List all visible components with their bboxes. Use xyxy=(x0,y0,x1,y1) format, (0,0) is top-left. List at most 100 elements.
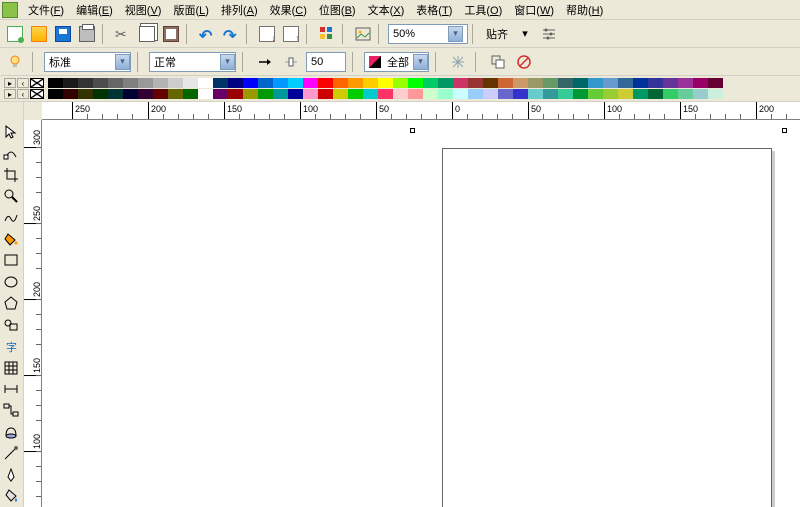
color-swatch[interactable] xyxy=(543,78,558,88)
color-swatch[interactable] xyxy=(318,78,333,88)
cut-button[interactable] xyxy=(112,23,134,45)
color-swatch[interactable] xyxy=(273,78,288,88)
copy-button[interactable] xyxy=(136,23,158,45)
snap-dropdown[interactable]: ▾ xyxy=(514,23,536,45)
color-swatch[interactable] xyxy=(63,89,78,99)
color-swatch[interactable] xyxy=(303,78,318,88)
color-swatch[interactable] xyxy=(288,78,303,88)
import-button[interactable] xyxy=(256,23,278,45)
smart-fill-tool[interactable] xyxy=(1,229,21,248)
menu-file[interactable]: 文件(F) xyxy=(22,0,70,20)
outline-tool[interactable] xyxy=(1,465,21,484)
no-color-swatch[interactable] xyxy=(30,89,44,99)
color-swatch[interactable] xyxy=(648,89,663,99)
color-swatch[interactable] xyxy=(108,89,123,99)
color-swatch[interactable] xyxy=(48,89,63,99)
color-swatch[interactable] xyxy=(78,78,93,88)
color-swatch[interactable] xyxy=(483,89,498,99)
app-launcher-button[interactable] xyxy=(316,23,338,45)
color-swatch[interactable] xyxy=(573,89,588,99)
crop-tool[interactable] xyxy=(1,165,21,184)
color-swatch[interactable] xyxy=(603,78,618,88)
color-swatch[interactable] xyxy=(528,78,543,88)
color-swatch[interactable] xyxy=(603,89,618,99)
menu-bitmap[interactable]: 位图(B) xyxy=(313,0,362,20)
redo-button[interactable] xyxy=(220,23,242,45)
color-swatch[interactable] xyxy=(243,89,258,99)
dimension-tool[interactable] xyxy=(1,379,21,398)
mode-select[interactable]: 正常 xyxy=(149,52,236,72)
text-tool[interactable]: 字 xyxy=(1,336,21,355)
color-swatch[interactable] xyxy=(288,89,303,99)
color-swatch[interactable] xyxy=(153,78,168,88)
color-swatch[interactable] xyxy=(588,78,603,88)
opacity-input[interactable]: 50 xyxy=(306,52,346,72)
color-swatch[interactable] xyxy=(588,89,603,99)
color-swatch[interactable] xyxy=(468,78,483,88)
color-swatch[interactable] xyxy=(453,78,468,88)
color-swatch[interactable] xyxy=(333,89,348,99)
palette-play-icon[interactable]: ▸ xyxy=(4,78,16,88)
polygon-tool[interactable] xyxy=(1,294,21,313)
color-swatch[interactable] xyxy=(78,89,93,99)
color-swatch[interactable] xyxy=(168,78,183,88)
color-swatch[interactable] xyxy=(393,89,408,99)
open-button[interactable] xyxy=(28,23,50,45)
color-swatch[interactable] xyxy=(393,78,408,88)
vertical-ruler[interactable]: 300250200150100 xyxy=(24,120,42,507)
color-swatch[interactable] xyxy=(363,78,378,88)
color-swatch[interactable] xyxy=(483,78,498,88)
style-select[interactable]: 标准 xyxy=(44,52,131,72)
color-swatch[interactable] xyxy=(663,78,678,88)
basic-shapes-tool[interactable] xyxy=(1,315,21,334)
eyedropper-tool[interactable] xyxy=(1,444,21,463)
page[interactable] xyxy=(442,148,772,507)
guide-marker[interactable] xyxy=(410,128,415,133)
color-swatch[interactable] xyxy=(633,89,648,99)
fill-tool[interactable] xyxy=(1,486,21,505)
color-swatch[interactable] xyxy=(138,89,153,99)
color-swatch[interactable] xyxy=(678,89,693,99)
menu-edit[interactable]: 编辑(E) xyxy=(70,0,119,20)
menu-window[interactable]: 窗口(W) xyxy=(508,0,560,20)
color-swatch[interactable] xyxy=(708,78,723,88)
color-swatch[interactable] xyxy=(543,89,558,99)
pick-tool[interactable] xyxy=(1,122,21,141)
menu-table[interactable]: 表格(T) xyxy=(410,0,458,20)
color-swatch[interactable] xyxy=(273,89,288,99)
ellipse-tool[interactable] xyxy=(1,272,21,291)
color-swatch[interactable] xyxy=(93,89,108,99)
color-swatch[interactable] xyxy=(93,78,108,88)
color-swatch[interactable] xyxy=(408,78,423,88)
interactive-tool[interactable] xyxy=(1,422,21,441)
color-swatch[interactable] xyxy=(213,78,228,88)
menu-help[interactable]: 帮助(H) xyxy=(560,0,609,20)
color-swatch[interactable] xyxy=(108,78,123,88)
connector-tool[interactable] xyxy=(1,401,21,420)
color-swatch[interactable] xyxy=(438,78,453,88)
palette-play-icon[interactable]: ▸ xyxy=(4,89,16,99)
color-swatch[interactable] xyxy=(453,89,468,99)
new-button[interactable] xyxy=(4,23,26,45)
color-swatch[interactable] xyxy=(318,89,333,99)
canvas[interactable] xyxy=(42,120,800,507)
color-swatch[interactable] xyxy=(183,89,198,99)
color-swatch[interactable] xyxy=(348,89,363,99)
color-swatch[interactable] xyxy=(303,89,318,99)
color-swatch[interactable] xyxy=(498,78,513,88)
fill-scope-select[interactable]: 全部 xyxy=(364,52,429,72)
print-button[interactable] xyxy=(76,23,98,45)
menu-text[interactable]: 文本(X) xyxy=(362,0,411,20)
color-swatch[interactable] xyxy=(693,89,708,99)
menu-effects[interactable]: 效果(C) xyxy=(264,0,313,20)
color-swatch[interactable] xyxy=(168,89,183,99)
color-swatch[interactable] xyxy=(213,89,228,99)
color-swatch[interactable] xyxy=(663,89,678,99)
horizontal-ruler[interactable]: 25020015010050050100150200 xyxy=(42,102,800,120)
palette-prev-icon[interactable]: ‹ xyxy=(17,89,29,99)
color-swatch[interactable] xyxy=(258,89,273,99)
shape-tool[interactable] xyxy=(1,143,21,162)
color-swatch[interactable] xyxy=(138,78,153,88)
color-swatch[interactable] xyxy=(468,89,483,99)
color-swatch[interactable] xyxy=(528,89,543,99)
